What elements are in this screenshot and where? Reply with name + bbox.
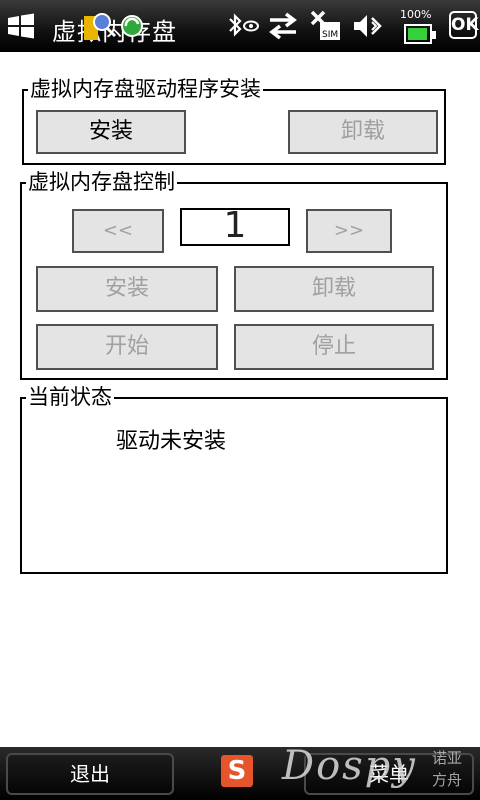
status-bar: 虚拟内存盘 SIM 100% OK (0, 0, 480, 52)
current-status-legend: 当前状态 (26, 383, 114, 411)
running-apps-icon (84, 13, 143, 40)
next-disk-button[interactable]: >> (306, 209, 392, 253)
volume-off-icon (354, 15, 382, 37)
status-message: 驱动未安装 (116, 429, 227, 454)
uninstall-driver-button[interactable]: 卸载 (288, 110, 438, 154)
sogou-ime-icon[interactable]: S (221, 755, 253, 787)
disk-number-display: 1 (180, 208, 290, 246)
driver-install-legend: 虚拟内存盘驱动程序安装 (28, 75, 263, 103)
battery-percent: 100% (400, 8, 432, 21)
data-sync-icon (269, 12, 297, 40)
watermark-cn-top: 诺亚 (432, 749, 463, 767)
ok-button[interactable]: OK (449, 11, 479, 39)
current-status-group: 当前状态 驱动未安装 (20, 383, 448, 574)
battery-level-fill (408, 28, 427, 40)
watermark-cn-bottom: 方舟 (432, 771, 463, 789)
soft-key-bar: 退出 S 菜单 Dospy 诺亚 方舟 (0, 743, 480, 800)
windows-start-icon[interactable] (6, 12, 36, 40)
dospy-watermark: Dospy (282, 743, 417, 789)
bluetooth-icon (229, 13, 259, 37)
install-driver-button[interactable]: 安装 (36, 110, 186, 154)
start-button[interactable]: 开始 (36, 324, 218, 370)
no-sim-icon: SIM (310, 10, 340, 40)
battery-indicator: 100% (400, 8, 440, 44)
uninstall-disk-button[interactable]: 卸载 (234, 266, 434, 312)
previous-disk-button[interactable]: << (72, 209, 164, 253)
ramdisk-control-group: 虚拟内存盘控制 << 1 >> 安装 卸载 开始 停止 (20, 168, 448, 380)
exit-button[interactable]: 退出 (6, 753, 174, 795)
ramdisk-control-legend: 虚拟内存盘控制 (26, 168, 177, 196)
install-disk-button[interactable]: 安装 (36, 266, 218, 312)
battery-icon (404, 24, 436, 44)
driver-install-group: 虚拟内存盘驱动程序安装 安装 卸载 (22, 75, 446, 165)
stop-button[interactable]: 停止 (234, 324, 434, 370)
svg-text:SIM: SIM (322, 30, 338, 40)
